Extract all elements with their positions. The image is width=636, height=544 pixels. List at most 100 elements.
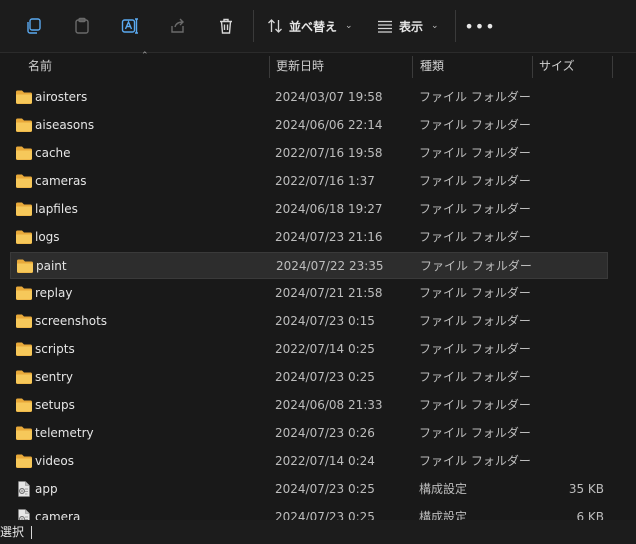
file-size: 35 KB bbox=[568, 482, 604, 496]
file-row[interactable]: videos 2022/07/14 0:24 ファイル フォルダー bbox=[10, 448, 608, 475]
file-row[interactable]: telemetry 2024/07/23 0:26 ファイル フォルダー bbox=[10, 420, 608, 447]
file-name: app bbox=[35, 482, 58, 496]
file-row[interactable]: aiseasons 2024/06/06 22:14 ファイル フォルダー bbox=[10, 112, 608, 139]
file-date: 2024/06/06 22:14 bbox=[275, 118, 383, 132]
folder-icon bbox=[15, 453, 33, 469]
toolbar-divider bbox=[455, 10, 456, 42]
file-type: ファイル フォルダー bbox=[419, 398, 531, 412]
file-date: 2024/07/22 23:35 bbox=[276, 259, 384, 273]
file-row[interactable]: cache 2022/07/16 19:58 ファイル フォルダー bbox=[10, 140, 608, 167]
folder-icon bbox=[15, 341, 33, 357]
sort-button[interactable]: 並べ替え ⌄ bbox=[267, 10, 353, 42]
file-name: cameras bbox=[35, 174, 87, 188]
text-caret bbox=[31, 526, 32, 539]
file-date: 2024/07/23 0:26 bbox=[275, 426, 375, 440]
view-label: 表示 bbox=[399, 19, 424, 34]
file-type: 構成設定 bbox=[419, 482, 468, 496]
file-row[interactable]: logs 2024/07/23 21:16 ファイル フォルダー bbox=[10, 224, 608, 251]
column-date[interactable]: 更新日時 bbox=[276, 53, 324, 79]
folder-icon bbox=[15, 201, 33, 217]
column-divider[interactable] bbox=[412, 56, 413, 78]
folder-icon bbox=[15, 369, 33, 385]
file-type: ファイル フォルダー bbox=[419, 370, 531, 384]
share-icon bbox=[171, 18, 184, 33]
folder-icon bbox=[16, 258, 34, 274]
file-date: 2024/07/23 0:15 bbox=[275, 314, 375, 328]
rename-icon bbox=[121, 18, 138, 34]
file-date: 2024/06/08 21:33 bbox=[275, 398, 383, 412]
column-divider[interactable] bbox=[532, 56, 533, 78]
file-name: replay bbox=[35, 286, 73, 300]
settings-file-icon bbox=[15, 509, 33, 520]
view-button[interactable]: 表示 ⌄ bbox=[377, 10, 439, 42]
file-type: ファイル フォルダー bbox=[419, 174, 531, 188]
file-date: 2024/06/18 19:27 bbox=[275, 202, 383, 216]
delete-button[interactable] bbox=[210, 10, 242, 42]
file-date: 2024/07/23 0:25 bbox=[275, 510, 375, 520]
settings-file-icon bbox=[15, 481, 33, 497]
folder-icon bbox=[15, 285, 33, 301]
folder-icon bbox=[15, 397, 33, 413]
folder-icon bbox=[15, 145, 33, 161]
column-divider[interactable] bbox=[612, 56, 613, 78]
folder-icon bbox=[15, 173, 33, 189]
file-name: setups bbox=[35, 398, 75, 412]
file-type: ファイル フォルダー bbox=[419, 90, 531, 104]
file-type: ファイル フォルダー bbox=[419, 342, 531, 356]
chevron-down-icon: ⌄ bbox=[431, 21, 439, 31]
file-type: ファイル フォルダー bbox=[419, 230, 531, 244]
file-list: airosters 2024/03/07 19:58 ファイル フォルダー aisea… bbox=[0, 84, 636, 520]
copy-button[interactable] bbox=[18, 10, 50, 42]
file-row[interactable]: scripts 2022/07/14 0:25 ファイル フォルダー bbox=[10, 336, 608, 363]
file-name: aiseasons bbox=[35, 118, 95, 132]
file-type: ファイル フォルダー bbox=[419, 146, 531, 160]
file-date: 2022/07/14 0:25 bbox=[275, 342, 375, 356]
file-date: 2024/03/07 19:58 bbox=[275, 90, 383, 104]
column-name[interactable]: 名前 bbox=[28, 53, 52, 79]
trash-icon bbox=[220, 18, 232, 34]
file-name: lapfiles bbox=[35, 202, 78, 216]
ellipsis-icon: ••• bbox=[464, 16, 496, 36]
file-date: 2024/07/23 0:25 bbox=[275, 482, 375, 496]
folder-icon bbox=[15, 117, 33, 133]
file-type: ファイル フォルダー bbox=[419, 118, 531, 132]
folder-icon bbox=[15, 229, 33, 245]
file-name: cache bbox=[35, 146, 71, 160]
file-size: 6 KB bbox=[576, 510, 604, 520]
paste-button[interactable] bbox=[66, 10, 98, 42]
paste-icon bbox=[75, 17, 89, 34]
sort-label: 並べ替え bbox=[289, 19, 338, 34]
folder-icon bbox=[15, 425, 33, 441]
file-row[interactable]: sentry 2024/07/23 0:25 ファイル フォルダー bbox=[10, 364, 608, 391]
more-options-button[interactable]: ••• bbox=[464, 10, 496, 42]
chevron-down-icon: ⌄ bbox=[345, 21, 353, 31]
command-bar: 並べ替え ⌄ 表示 ⌄ ••• bbox=[0, 0, 636, 53]
file-row[interactable]: replay 2024/07/21 21:58 ファイル フォルダー bbox=[10, 280, 608, 307]
column-header: 名前 更新日時 種類 サイズ bbox=[0, 53, 636, 79]
column-type[interactable]: 種類 bbox=[420, 53, 444, 79]
share-button[interactable] bbox=[162, 10, 194, 42]
file-row[interactable]: lapfiles 2024/06/18 19:27 ファイル フォルダー bbox=[10, 196, 608, 223]
column-size[interactable]: サイズ bbox=[539, 53, 575, 79]
file-type: ファイル フォルダー bbox=[419, 454, 531, 468]
file-type: ファイル フォルダー bbox=[419, 314, 531, 328]
file-row[interactable]: cameras 2022/07/16 1:37 ファイル フォルダー bbox=[10, 168, 608, 195]
file-date: 2024/07/23 21:16 bbox=[275, 230, 383, 244]
rename-button[interactable] bbox=[114, 10, 146, 42]
file-row[interactable]: setups 2024/06/08 21:33 ファイル フォルダー bbox=[10, 392, 608, 419]
view-list-icon bbox=[378, 20, 392, 33]
file-name: sentry bbox=[35, 370, 73, 384]
file-date: 2022/07/16 19:58 bbox=[275, 146, 383, 160]
file-row[interactable]: camera 2024/07/23 0:25 構成設定 6 KB bbox=[10, 504, 608, 520]
file-name: telemetry bbox=[35, 426, 94, 440]
file-date: 2022/07/16 1:37 bbox=[275, 174, 375, 188]
folder-icon bbox=[15, 89, 33, 105]
file-row[interactable]: paint 2024/07/22 23:35 ファイル フォルダー bbox=[10, 252, 608, 279]
file-date: 2024/07/23 0:25 bbox=[275, 370, 375, 384]
file-row[interactable]: airosters 2024/03/07 19:58 ファイル フォルダー bbox=[10, 84, 608, 111]
column-divider[interactable] bbox=[269, 56, 270, 78]
file-row[interactable]: app 2024/07/23 0:25 構成設定 35 KB bbox=[10, 476, 608, 503]
file-row[interactable]: screenshots 2024/07/23 0:15 ファイル フォルダー bbox=[10, 308, 608, 335]
file-name: camera bbox=[35, 510, 81, 520]
file-name: videos bbox=[35, 454, 75, 468]
